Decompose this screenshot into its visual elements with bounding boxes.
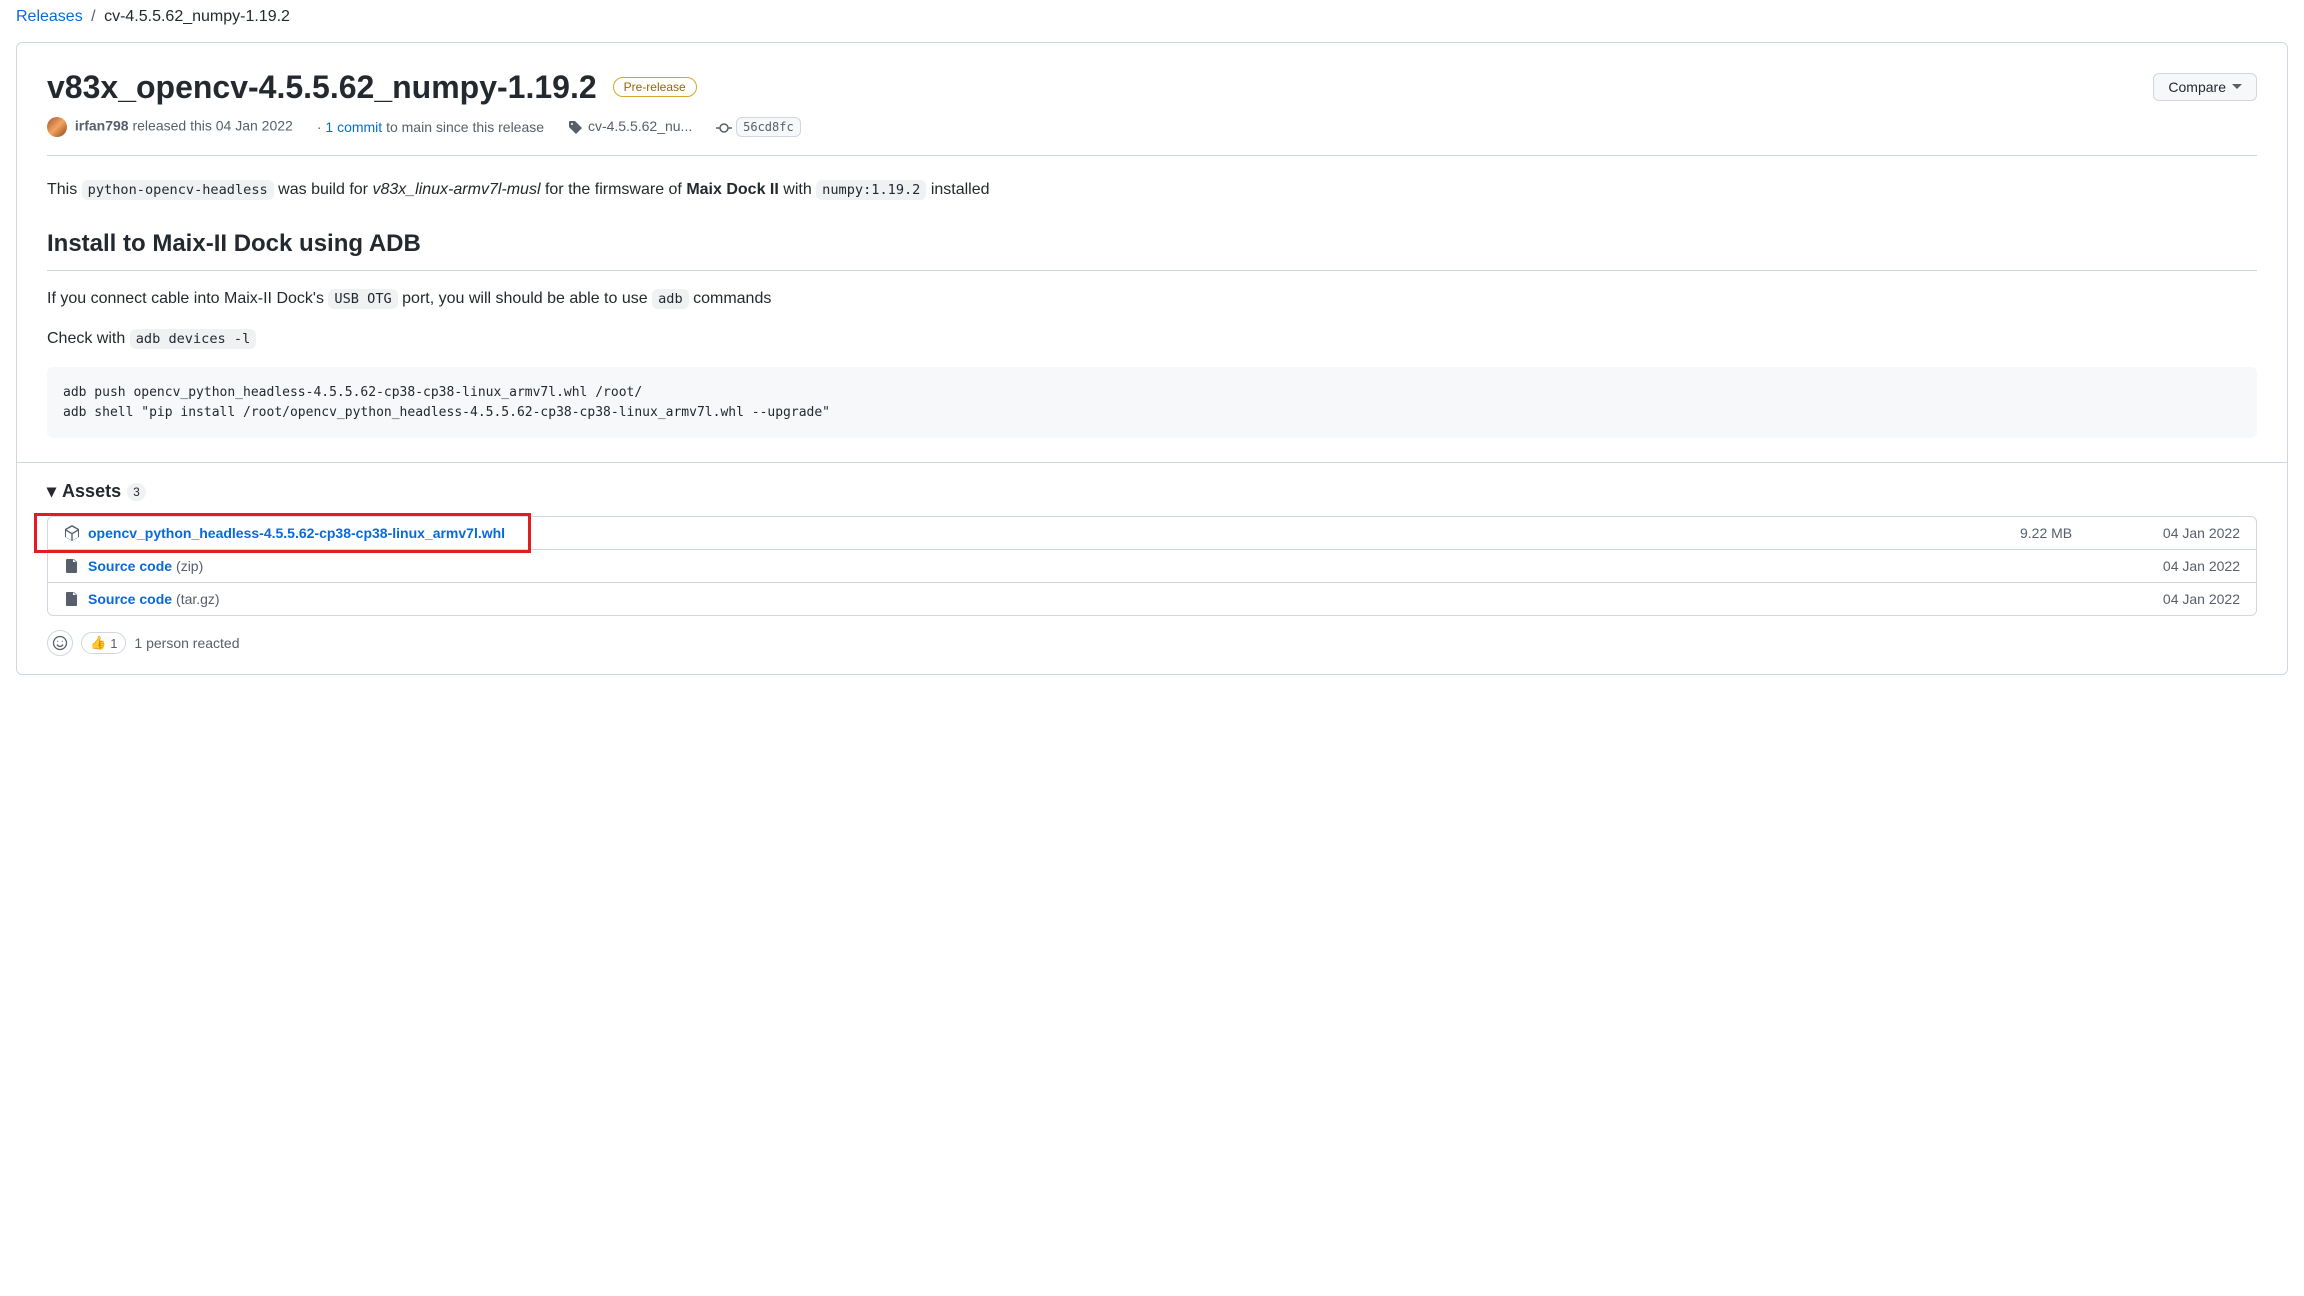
author-link[interactable]: irfan798	[75, 118, 129, 134]
code-inline: adb devices -l	[130, 329, 257, 349]
chevron-down-icon	[2232, 84, 2242, 90]
assets-toggle[interactable]: ▾ Assets 3	[47, 481, 146, 502]
release-card: v83x_opencv-4.5.5.62_numpy-1.19.2 Pre-re…	[16, 42, 2288, 675]
commits-block: · 1 commit to main since this release	[317, 119, 544, 135]
asset-row: opencv_python_headless-4.5.5.62-cp38-cp3…	[48, 517, 2256, 549]
file-zip-icon	[64, 591, 80, 607]
asset-date: 04 Jan 2022	[2120, 591, 2240, 607]
reaction-summary: 1 person reacted	[134, 635, 239, 651]
avatar[interactable]	[47, 117, 67, 137]
asset-link[interactable]: opencv_python_headless-4.5.5.62-cp38-cp3…	[88, 525, 505, 541]
reactions-row: 👍 1 1 person reacted	[47, 630, 2257, 656]
code-inline: USB OTG	[328, 289, 397, 309]
author-block: irfan798 released this 04 Jan 2022	[47, 117, 293, 137]
thumbs-up-icon: 👍	[90, 635, 106, 651]
release-title: v83x_opencv-4.5.5.62_numpy-1.19.2	[47, 67, 597, 107]
compare-label: Compare	[2168, 79, 2226, 95]
asset-suffix: (tar.gz)	[176, 591, 220, 607]
asset-date: 04 Jan 2022	[2120, 558, 2240, 574]
reaction-count: 1	[110, 636, 117, 651]
asset-link[interactable]: Source code	[88, 558, 172, 574]
asset-suffix: (zip)	[176, 558, 203, 574]
assets-count: 3	[127, 483, 146, 501]
breadcrumb-root-link[interactable]: Releases	[16, 8, 83, 25]
code-inline: python-opencv-headless	[82, 180, 274, 200]
asset-link[interactable]: Source code	[88, 591, 172, 607]
smiley-icon	[52, 635, 68, 651]
commits-link[interactable]: 1 commit	[325, 119, 382, 135]
pre-release-badge: Pre-release	[613, 77, 697, 97]
commit-icon	[716, 120, 732, 136]
tag-block[interactable]: cv-4.5.5.62_nu...	[568, 118, 692, 135]
commit-sha: 56cd8fc	[736, 117, 801, 137]
asset-date: 04 Jan 2022	[2120, 525, 2240, 541]
breadcrumb-current: cv-4.5.5.62_numpy-1.19.2	[104, 8, 290, 25]
asset-list: opencv_python_headless-4.5.5.62-cp38-cp3…	[47, 516, 2257, 616]
code-block[interactable]: adb push opencv_python_headless-4.5.5.62…	[47, 367, 2257, 438]
release-description: This python-opencv-headless was build fo…	[47, 156, 2257, 438]
caret-down-icon: ▾	[47, 481, 56, 502]
reaction-thumbs-up[interactable]: 👍 1	[81, 632, 126, 654]
section-heading: Install to Maix-II Dock using ADB	[47, 226, 2257, 271]
assets-section: ▾ Assets 3 opencv_python_headless-4.5.5.…	[17, 462, 2287, 674]
released-text: released this 04 Jan 2022	[132, 118, 292, 134]
asset-size: 9.22 MB	[2020, 525, 2120, 541]
file-zip-icon	[64, 558, 80, 574]
code-inline: adb	[652, 289, 689, 309]
breadcrumb-separator: /	[87, 8, 99, 25]
assets-label: Assets	[62, 481, 121, 502]
tag-icon	[568, 120, 584, 136]
asset-row: Source code(tar.gz) 04 Jan 2022	[48, 582, 2256, 615]
code-inline: numpy:1.19.2	[816, 180, 926, 200]
add-reaction-button[interactable]	[47, 630, 73, 656]
asset-row: Source code(zip) 04 Jan 2022	[48, 549, 2256, 582]
tag-name: cv-4.5.5.62_nu...	[588, 118, 692, 134]
release-meta: irfan798 released this 04 Jan 2022 · 1 c…	[47, 117, 2257, 156]
commit-block[interactable]: 56cd8fc	[716, 118, 800, 135]
package-icon	[64, 525, 80, 541]
commits-suffix: to main since this release	[386, 119, 544, 135]
breadcrumb: Releases / cv-4.5.5.62_numpy-1.19.2	[16, 0, 2288, 42]
compare-button[interactable]: Compare	[2153, 73, 2257, 101]
